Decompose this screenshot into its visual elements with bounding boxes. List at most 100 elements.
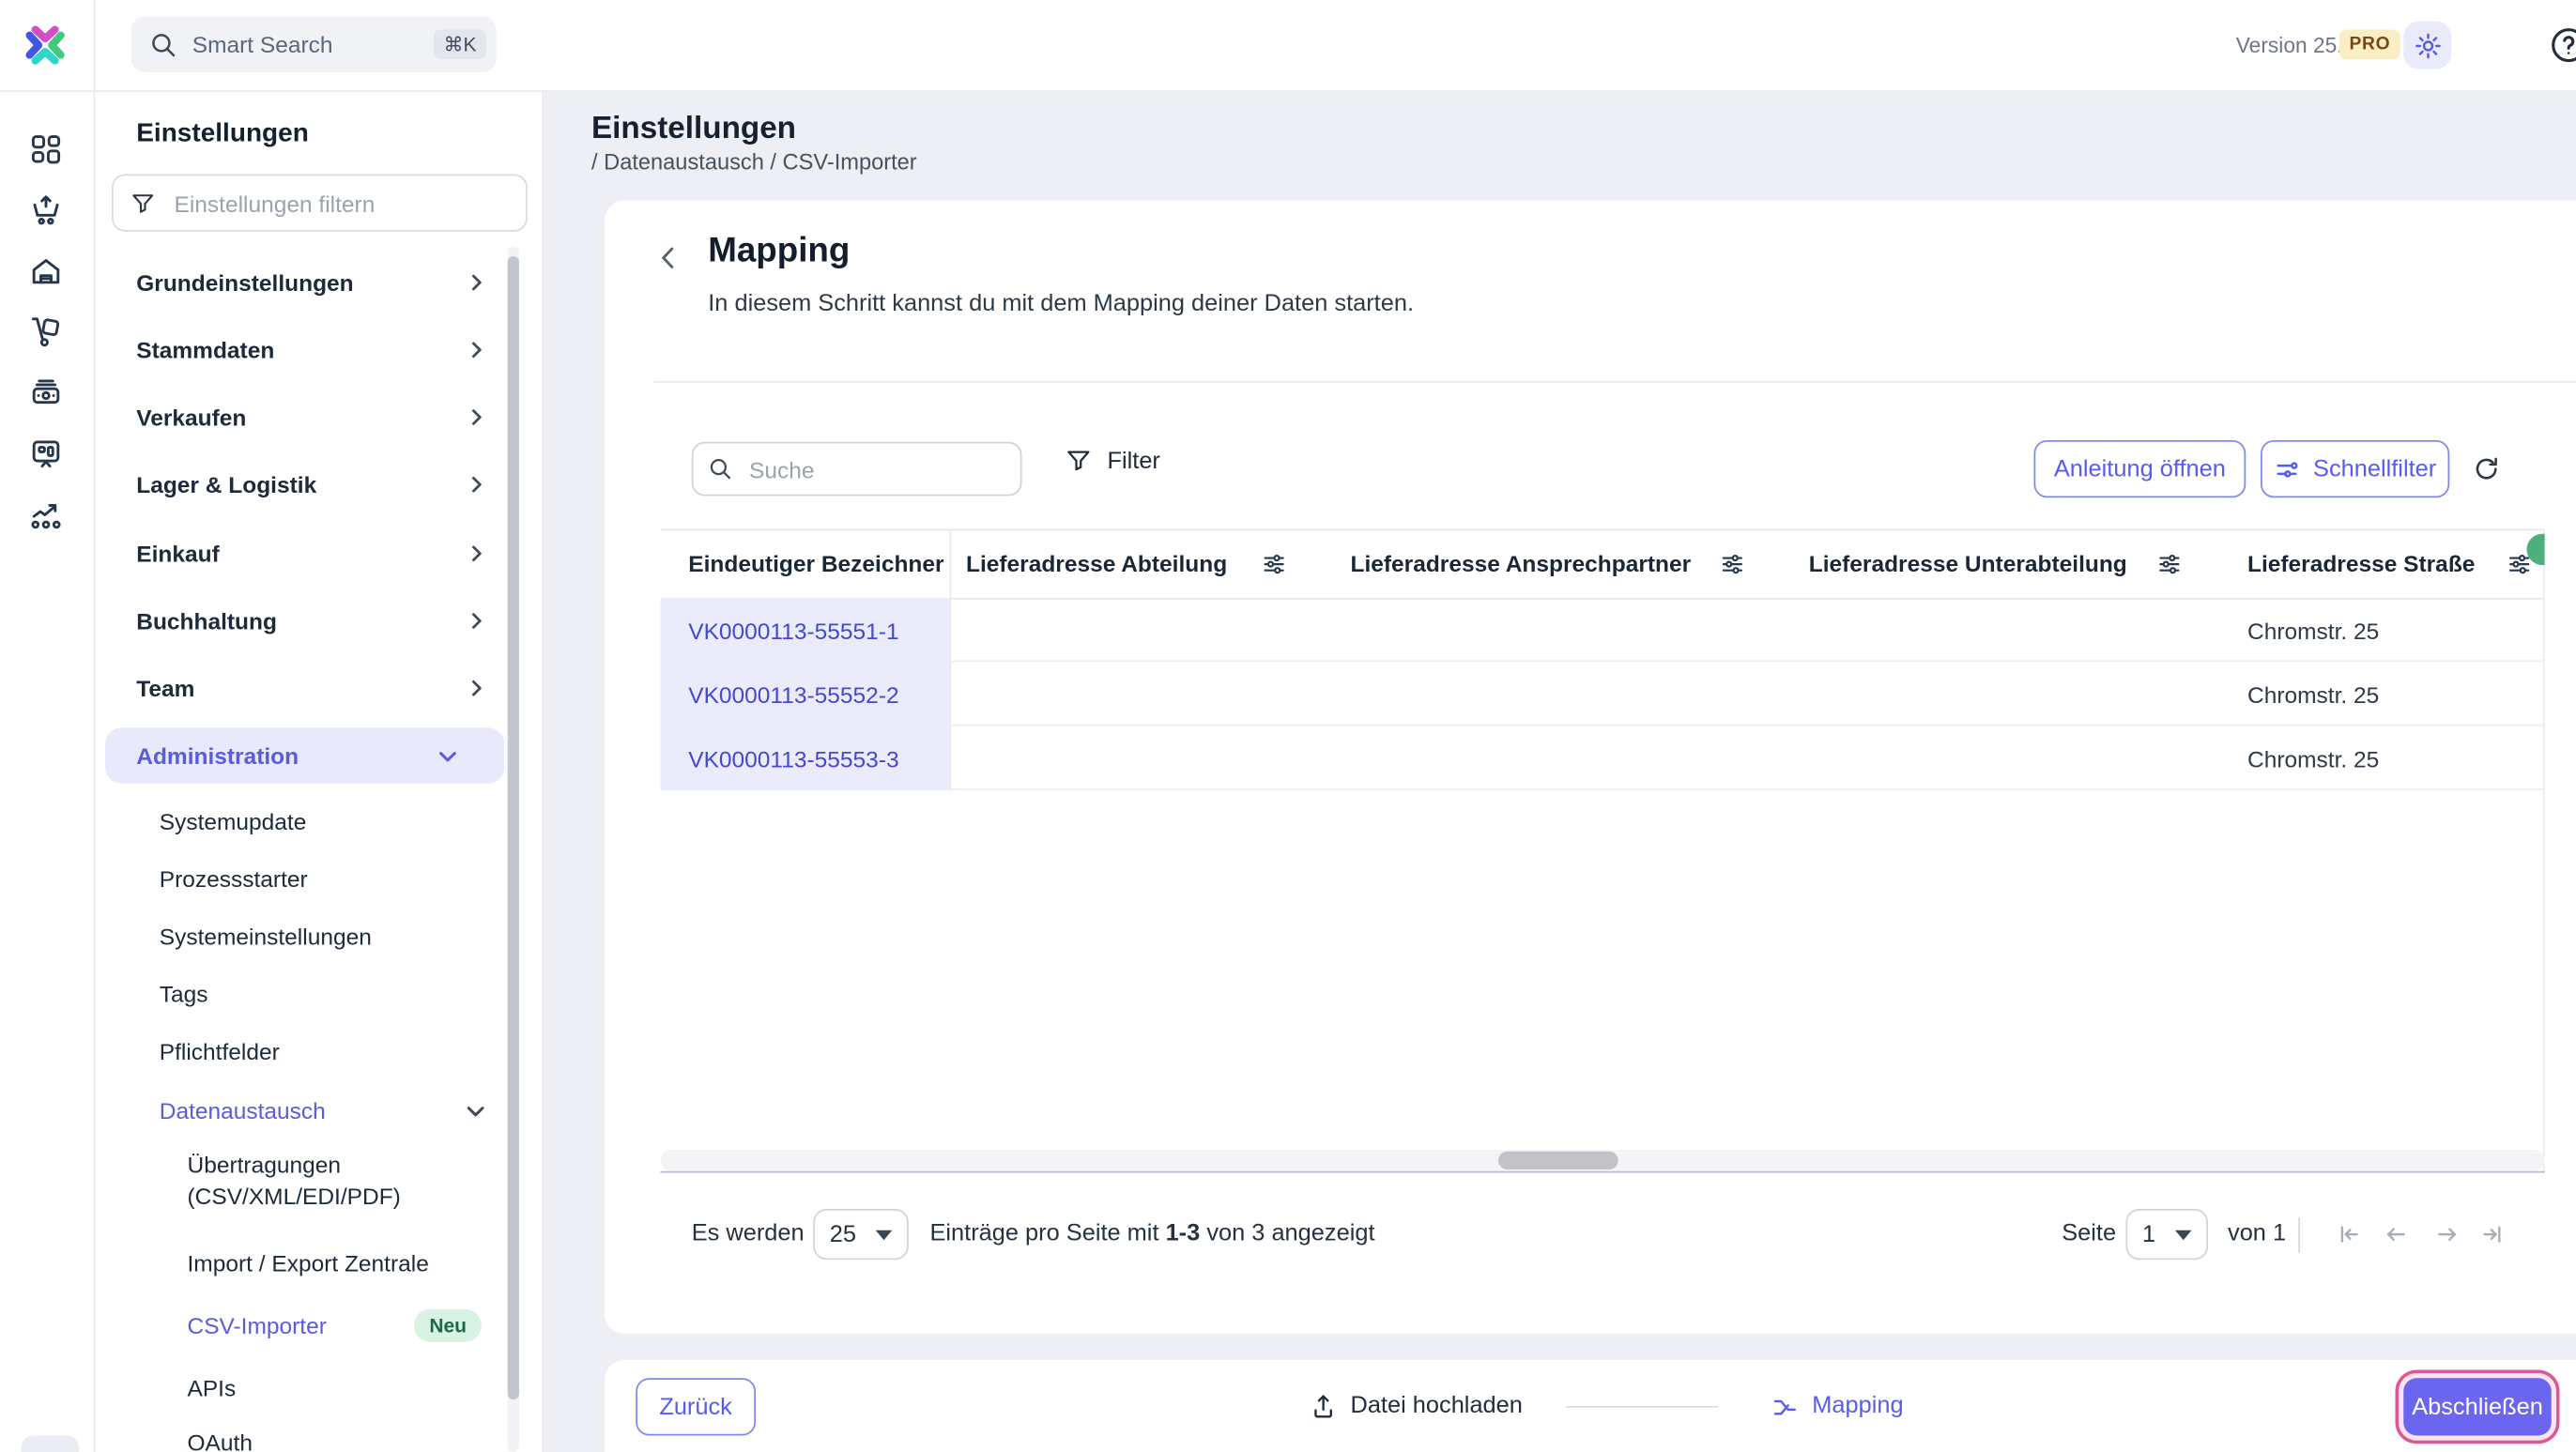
sidebar-item-apis[interactable]: APIs (96, 1360, 543, 1416)
rail-item-dashboard[interactable] (28, 131, 65, 168)
warehouse-icon (28, 253, 65, 290)
sidebar-filter-field[interactable] (112, 174, 528, 232)
column-header-strasse[interactable]: Lieferadresse Straße (2247, 529, 2475, 599)
chevron-right-icon (465, 609, 488, 633)
rail-item-pos[interactable] (28, 436, 65, 472)
step-connector (1565, 1406, 1719, 1408)
mapping-icon (1771, 1392, 1800, 1420)
sidebar-item-lager-logistik[interactable]: Lager & Logistik (96, 457, 543, 513)
table-search-input[interactable] (745, 453, 1005, 484)
chevron-right-icon (465, 405, 488, 429)
back-button[interactable] (654, 243, 684, 273)
rail-item-billing[interactable] (28, 374, 65, 411)
sidebar-item-team[interactable]: Team (96, 661, 543, 717)
sidebar-item-datenaustausch[interactable]: Datenaustausch (96, 1082, 543, 1139)
sidebar-item-verkaufen[interactable]: Verkaufen (96, 390, 543, 446)
sidebar-item-csv-importer[interactable]: CSV-Importer Neu (96, 1298, 543, 1354)
pagination-text: Einträge pro Seite mit 1-3 von 3 angezei… (929, 1220, 1375, 1247)
column-header-ansprechpartner[interactable]: Lieferadresse Ansprechpartner (1351, 529, 1692, 599)
sidebar-item-administration[interactable]: Administration (105, 727, 505, 784)
horizontal-scrollbar-track[interactable] (660, 1150, 2545, 1171)
column-settings-icon[interactable] (1262, 552, 1286, 576)
last-page-button[interactable] (2479, 1220, 2507, 1248)
rail-item-warehouse[interactable] (28, 253, 65, 290)
corner-handle[interactable] (21, 1435, 79, 1452)
rail-item-sales[interactable] (28, 192, 65, 229)
sidebar-item-prozessstarter[interactable]: Prozessstarter (96, 851, 543, 908)
pagination-divider (2298, 1216, 2300, 1254)
open-guide-button[interactable]: Anleitung öffnen (2033, 440, 2246, 498)
sidebar-item-einkauf[interactable]: Einkauf (96, 526, 543, 582)
settings-button[interactable] (2403, 21, 2451, 69)
step-title: Mapping (708, 231, 851, 269)
icon-rail (0, 90, 94, 1452)
sidebar-item-import-export-zentrale[interactable]: Import / Export Zentrale (96, 1235, 543, 1292)
rail-item-logistics[interactable] (28, 313, 65, 350)
pagination-bar: Es werden 25 Einträge pro Seite mit 1-3 … (605, 1200, 2576, 1272)
sidebar-item-pflichtfelder[interactable]: Pflichtfelder (96, 1023, 543, 1079)
row-strasse-cell: Chromstr. 25 (2247, 617, 2380, 644)
sidebar-item-systemeinstellungen[interactable]: Systemeinstellungen (96, 909, 543, 965)
sidebar-item-tags[interactable]: Tags (96, 966, 543, 1022)
row-strasse-cell: Chromstr. 25 (2247, 680, 2380, 708)
row-bezeichner-cell[interactable]: VK0000113-55552-2 (660, 662, 950, 726)
filter-button[interactable]: Filter (1065, 447, 1160, 475)
step-upload[interactable]: Datei hochladen (1310, 1360, 1523, 1452)
chevron-down-icon (436, 744, 460, 769)
pos-board-icon (28, 436, 65, 472)
question-icon (2548, 24, 2576, 66)
sidebar-item-uebertragungen[interactable]: Übertragungen (CSV/XML/EDI/PDF) (188, 1150, 500, 1213)
table-row[interactable]: VK0000113-55551-1 Chromstr. 25 (660, 598, 2545, 663)
caret-down-icon (875, 1229, 893, 1240)
table-row[interactable]: VK0000113-55553-3 Chromstr. 25 (660, 726, 2545, 790)
main-area: Einstellungen / Datenaustausch / CSV-Imp… (544, 90, 2576, 1452)
help-button[interactable] (2548, 24, 2576, 66)
table-search-field[interactable] (691, 441, 1022, 497)
page-size-select[interactable]: 25 (813, 1209, 909, 1261)
step-mapping[interactable]: Mapping (1771, 1360, 1904, 1452)
column-settings-icon[interactable] (1720, 552, 1744, 576)
neu-badge: Neu (414, 1308, 482, 1342)
pagination-prefix: Es werden (691, 1220, 805, 1247)
page-label: Seite (2062, 1220, 2117, 1247)
table-row[interactable]: VK0000113-55552-2 Chromstr. 25 (660, 662, 2545, 726)
column-header-unterabteilung[interactable]: Lieferadresse Unterabteilung (1809, 529, 2127, 599)
page-select[interactable]: 1 (2125, 1209, 2208, 1261)
sidebar-item-systemupdate[interactable]: Systemupdate (96, 793, 543, 849)
page-title: Einstellungen (591, 112, 797, 146)
sidebar-item-buchhaltung[interactable]: Buchhaltung (96, 593, 543, 650)
step-subtitle: In diesem Schritt kannst du mit dem Mapp… (708, 290, 1415, 317)
column-settings-icon[interactable] (2157, 552, 2182, 576)
sidebar-item-oauth[interactable]: OAuth (96, 1414, 543, 1452)
column-header-bezeichner[interactable]: Eindeutiger Bezeichner (688, 529, 943, 599)
back-step-button[interactable]: Zurück (636, 1378, 756, 1436)
chevron-down-icon (464, 1099, 488, 1123)
sidebar-scrollbar-thumb[interactable] (507, 256, 519, 1399)
chevron-right-icon (465, 543, 488, 566)
smart-search-bar[interactable]: Smart Search ⌘K (131, 16, 497, 72)
xentral-logo[interactable] (18, 18, 72, 72)
finish-button[interactable]: Abschließen (2403, 1378, 2552, 1436)
gear-icon (2413, 30, 2443, 60)
first-page-button[interactable] (2335, 1220, 2363, 1248)
quickfilter-button[interactable]: Schnellfilter (2261, 440, 2450, 498)
cash-icon (28, 374, 65, 411)
sidebar-item-stammdaten[interactable]: Stammdaten (96, 322, 543, 378)
refresh-button[interactable] (2473, 455, 2501, 483)
chevron-right-icon (465, 677, 488, 700)
hand-truck-icon (28, 313, 65, 350)
column-header-abteilung[interactable]: Lieferadresse Abteilung (966, 529, 1227, 599)
sidebar-item-grundeinstellungen[interactable]: Grundeinstellungen (96, 254, 543, 311)
rail-item-analytics[interactable] (28, 497, 65, 533)
sidebar-filter-input[interactable] (171, 188, 510, 218)
chevron-right-icon (465, 339, 488, 362)
breadcrumb: / Datenaustausch / CSV-Importer (591, 149, 917, 175)
previous-page-button[interactable] (2383, 1220, 2411, 1248)
next-page-button[interactable] (2433, 1220, 2461, 1248)
horizontal-scrollbar-thumb[interactable] (1498, 1151, 1618, 1169)
cart-upload-icon (28, 192, 65, 229)
row-bezeichner-cell[interactable]: VK0000113-55553-3 (660, 726, 950, 790)
row-bezeichner-cell[interactable]: VK0000113-55551-1 (660, 598, 950, 663)
sliders-icon (2274, 456, 2300, 482)
dashboard-icon (28, 131, 65, 168)
